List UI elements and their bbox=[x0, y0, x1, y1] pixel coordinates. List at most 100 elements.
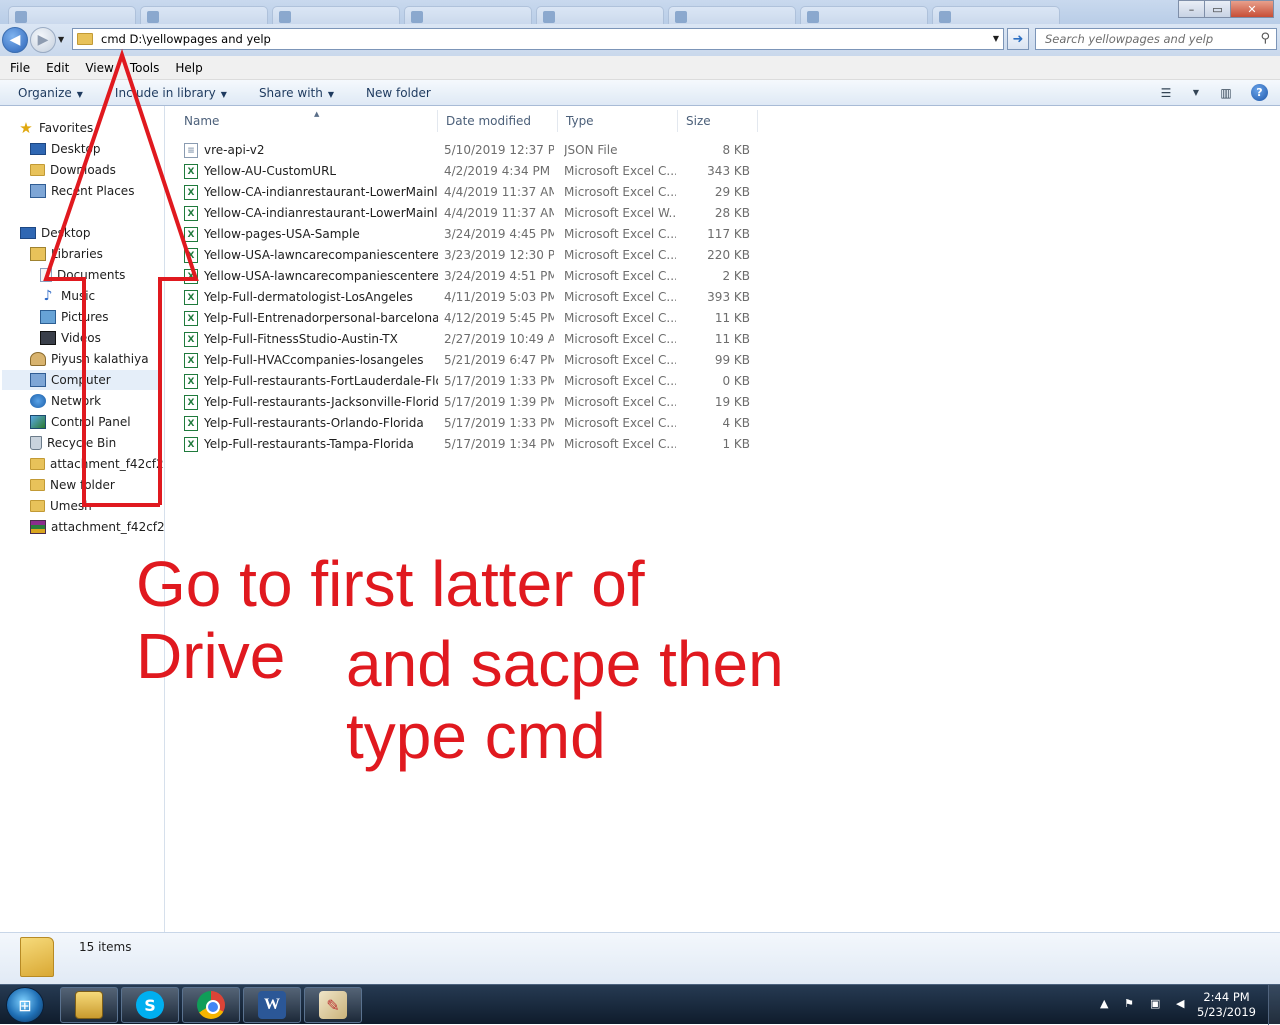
taskbar-word[interactable]: W bbox=[243, 987, 301, 1023]
taskbar-explorer[interactable] bbox=[60, 987, 118, 1023]
nav-libraries[interactable]: Libraries bbox=[30, 244, 103, 264]
file-date-modified: 4/4/2019 11:37 AM bbox=[444, 206, 554, 220]
action-center-icon[interactable]: ⚑ bbox=[1124, 997, 1134, 1010]
folder-icon bbox=[30, 479, 45, 491]
address-path[interactable]: cmd D:\yellowpages and yelp bbox=[101, 32, 271, 46]
recent-pages-dropdown[interactable]: ▼ bbox=[58, 35, 64, 44]
file-row[interactable]: X Yelp-Full-FitnessStudio-Austin-TX 2/27/2… bbox=[180, 329, 760, 350]
clock[interactable]: 2:44 PM 5/23/2019 bbox=[1197, 990, 1256, 1020]
file-date-modified: 4/4/2019 11:37 AM bbox=[444, 185, 554, 199]
organize-button[interactable]: Organize ▼ bbox=[0, 86, 97, 100]
menu-edit[interactable]: Edit bbox=[38, 61, 77, 75]
preview-pane-icon[interactable]: ▥ bbox=[1217, 85, 1235, 101]
nav-folder-attachment[interactable]: attachment_f42cf2ec bbox=[30, 454, 164, 474]
nav-recycle-bin[interactable]: Recycle Bin bbox=[30, 433, 116, 453]
background-tab bbox=[404, 6, 532, 26]
new-folder-label: New folder bbox=[366, 85, 431, 100]
file-row[interactable]: X Yelp-Full-HVACcompanies-losangeles 5/21/… bbox=[180, 350, 760, 371]
nav-pictures[interactable]: Pictures bbox=[40, 307, 109, 327]
file-type: Microsoft Excel C... bbox=[564, 311, 676, 325]
view-options-icon[interactable]: ☰ bbox=[1157, 85, 1175, 101]
nav-videos[interactable]: Videos bbox=[40, 328, 101, 348]
file-row[interactable]: X Yelp-Full-restaurants-FortLauderdale-Fl… bbox=[180, 371, 760, 392]
maximize-button[interactable]: ▭ bbox=[1204, 0, 1231, 18]
excel-file-icon: X bbox=[184, 395, 198, 410]
background-tab bbox=[8, 6, 136, 26]
close-button[interactable]: ✕ bbox=[1230, 0, 1274, 18]
file-row[interactable]: X Yelp-Full-restaurants-Tampa-Florida 5/17… bbox=[180, 434, 760, 455]
file-type: Microsoft Excel C... bbox=[564, 332, 676, 346]
file-row[interactable]: X Yelp-Full-restaurants-Jacksonville-Flor… bbox=[180, 392, 760, 413]
file-row[interactable]: X Yellow-USA-lawncarecompaniescentere... 3… bbox=[180, 245, 760, 266]
nav-favorites[interactable]: ★ Favorites bbox=[18, 118, 93, 138]
file-type: Microsoft Excel C... bbox=[564, 269, 676, 283]
nav-desktop-favorite[interactable]: Desktop bbox=[30, 139, 101, 159]
menu-view[interactable]: View bbox=[77, 61, 121, 75]
nav-music[interactable]: ♪ Music bbox=[40, 286, 96, 306]
file-date-modified: 4/11/2019 5:03 PM bbox=[444, 290, 554, 304]
nav-folder-new-folder[interactable]: New folder bbox=[30, 475, 115, 495]
share-with-button[interactable]: Share with ▼ bbox=[241, 86, 348, 100]
file-row[interactable]: X Yelp-Full-restaurants-Orlando-Florida 5/… bbox=[180, 413, 760, 434]
show-hidden-icons-icon[interactable]: ▲ bbox=[1100, 997, 1108, 1010]
back-button[interactable]: ◀ bbox=[2, 27, 28, 53]
excel-file-icon: X bbox=[184, 437, 198, 452]
include-in-library-button[interactable]: Include in library ▼ bbox=[97, 86, 241, 100]
column-header-type[interactable]: Type bbox=[558, 110, 678, 132]
menu-tools[interactable]: Tools bbox=[122, 61, 168, 75]
start-button[interactable]: ⊞ bbox=[6, 987, 44, 1023]
minimize-button[interactable]: – bbox=[1178, 0, 1205, 18]
nav-label: Computer bbox=[51, 373, 111, 387]
file-row[interactable]: X Yellow-CA-indianrestaurant-LowerMainl..… bbox=[180, 182, 760, 203]
file-row[interactable]: X Yelp-Full-Entrenadorpersonal-barcelonas… bbox=[180, 308, 760, 329]
file-row[interactable]: X Yelp-Full-dermatologist-LosAngeles 4/11/… bbox=[180, 287, 760, 308]
file-type: Microsoft Excel C... bbox=[564, 374, 676, 388]
column-header-name[interactable]: Name ▲ bbox=[176, 110, 438, 132]
file-type: Microsoft Excel C... bbox=[564, 437, 676, 451]
menu-file[interactable]: File bbox=[0, 61, 38, 75]
share-with-label: Share with bbox=[258, 85, 323, 100]
nav-user[interactable]: Piyush kalathiya bbox=[30, 349, 149, 369]
file-row[interactable]: ≡ vre-api-v2 5/10/2019 12:37 PM JSON File 8 … bbox=[180, 140, 760, 161]
go-button[interactable]: ➜ bbox=[1007, 28, 1029, 50]
network-icon[interactable]: ▣ bbox=[1150, 997, 1160, 1010]
navigation-pane: ★ Favorites Desktop Downloads Recent Plac… bbox=[0, 106, 165, 932]
nav-control-panel[interactable]: Control Panel bbox=[30, 412, 131, 432]
file-name: Yelp-Full-restaurants-Tampa-Florida bbox=[204, 437, 414, 451]
nav-label: Umesh bbox=[50, 499, 92, 513]
chevron-down-icon[interactable]: ▼ bbox=[993, 34, 999, 43]
column-header-size[interactable]: Size bbox=[678, 110, 758, 132]
show-desktop-button[interactable] bbox=[1268, 985, 1280, 1025]
search-icon[interactable]: ⚲ bbox=[1260, 31, 1270, 46]
file-date-modified: 4/12/2019 5:45 PM bbox=[444, 311, 554, 325]
file-row[interactable]: X Yellow-pages-USA-Sample 3/24/2019 4:45 P… bbox=[180, 224, 760, 245]
menu-help[interactable]: Help bbox=[167, 61, 210, 75]
nav-documents[interactable]: Documents bbox=[40, 265, 125, 285]
nav-network[interactable]: Network bbox=[30, 391, 101, 411]
nav-computer[interactable]: Computer bbox=[2, 370, 158, 390]
user-folder-icon bbox=[30, 352, 46, 366]
include-in-library-label: Include in library bbox=[114, 85, 216, 100]
help-icon[interactable]: ? bbox=[1251, 84, 1268, 101]
item-count: 15 items bbox=[79, 940, 132, 954]
nav-downloads[interactable]: Downloads bbox=[30, 160, 116, 180]
file-row[interactable]: X Yellow-AU-CustomURL 4/2/2019 4:34 PM Micr… bbox=[180, 161, 760, 182]
search-input[interactable]: Search yellowpages and yelp ⚲ bbox=[1035, 28, 1277, 50]
new-folder-button[interactable]: New folder bbox=[348, 86, 445, 100]
nav-archive-attachment[interactable]: attachment_f42cf2ec bbox=[30, 517, 164, 537]
address-bar[interactable]: cmd D:\yellowpages and yelp ▼ bbox=[72, 28, 1004, 50]
taskbar-skype[interactable]: S bbox=[121, 987, 179, 1023]
file-row[interactable]: X Yellow-CA-indianrestaurant-LowerMainl..… bbox=[180, 203, 760, 224]
file-row[interactable]: X Yellow-USA-lawncarecompaniescentere... 3… bbox=[180, 266, 760, 287]
folder-icon bbox=[20, 937, 54, 977]
forward-button[interactable]: ▶ bbox=[30, 27, 56, 53]
chevron-down-icon[interactable]: ▼ bbox=[1191, 85, 1201, 101]
taskbar-paint[interactable]: ✎ bbox=[304, 987, 362, 1023]
nav-folder-umesh[interactable]: Umesh bbox=[30, 496, 92, 516]
volume-icon[interactable]: ◀ bbox=[1176, 997, 1184, 1010]
nav-desktop[interactable]: Desktop bbox=[20, 223, 91, 243]
nav-recent-places[interactable]: Recent Places bbox=[30, 181, 134, 201]
column-header-date[interactable]: Date modified bbox=[438, 110, 558, 132]
taskbar-chrome[interactable] bbox=[182, 987, 240, 1023]
column-header-label: Name bbox=[184, 114, 220, 128]
